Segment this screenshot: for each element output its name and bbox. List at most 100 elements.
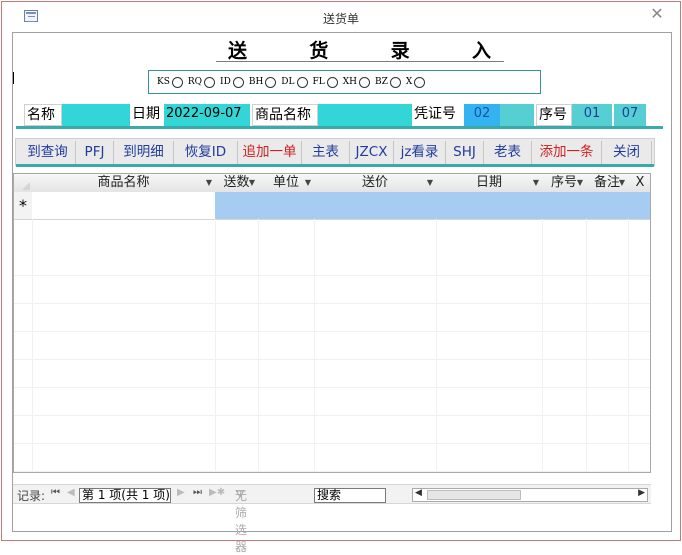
new-row-product-cell[interactable] — [32, 192, 216, 220]
option-bz[interactable]: BZ — [375, 76, 401, 88]
prev-record-icon[interactable]: ◀ — [67, 487, 75, 498]
column-header-x[interactable]: X — [628, 174, 650, 193]
jz-record-button[interactable]: jz看录 — [394, 141, 446, 164]
grid-line — [14, 247, 650, 276]
radio-icon[interactable] — [326, 76, 338, 88]
chevron-down-icon[interactable]: ▼ — [427, 174, 433, 192]
grid-line — [14, 443, 650, 472]
grid-line — [14, 303, 650, 332]
option-xh[interactable]: XH — [343, 76, 370, 88]
grid-line — [14, 331, 650, 360]
new-row-date-cell[interactable] — [436, 192, 543, 220]
option-id[interactable]: ID — [220, 76, 244, 88]
option-x[interactable]: X — [406, 76, 426, 88]
record-navigation-bar: 记录: ⏮ ◀ 第 1 项(共 1 项) ▶ ⏭ ▶✱ ⛛ 无筛选器 搜索 ◀ … — [13, 484, 651, 554]
option-bh[interactable]: BH — [249, 76, 277, 88]
grid-line — [14, 415, 650, 444]
pfj-button[interactable]: PFJ — [76, 141, 114, 164]
column-header-note[interactable]: 备注 ▼ — [586, 174, 629, 193]
seq-label: 序号 — [536, 104, 572, 126]
last-record-icon[interactable]: ⏭ — [193, 487, 202, 498]
column-header-product[interactable]: 商品名称 ▼ — [32, 174, 216, 193]
radio-icon[interactable] — [232, 76, 244, 88]
close-icon[interactable]: ✕ — [648, 5, 666, 23]
search-input[interactable]: 搜索 — [314, 488, 386, 503]
column-header-qty[interactable]: 送数 ▼ — [215, 174, 259, 193]
new-row-price-cell[interactable] — [314, 192, 437, 220]
radio-icon[interactable] — [204, 76, 216, 88]
date-field[interactable]: 2022-09-07 — [164, 104, 250, 126]
new-row-seq-cell[interactable] — [542, 192, 587, 220]
new-row-note-cell[interactable] — [586, 192, 629, 220]
divider — [16, 164, 654, 167]
title-char-4: 入 — [471, 40, 492, 62]
datasheet: 商品名称 ▼ 送数 ▼ 单位 ▼ 送价 ▼ 日期 ▼ 序号 ▼ 备注 ▼ X * — [13, 173, 651, 473]
option-rq[interactable]: RQ — [188, 76, 216, 88]
chevron-down-icon[interactable]: ▼ — [619, 174, 625, 192]
new-row-qty-cell[interactable] — [215, 192, 259, 220]
first-record-icon[interactable]: ⏮ — [51, 487, 60, 498]
seq-field-1[interactable]: 01 — [572, 104, 612, 126]
shj-button[interactable]: SHJ — [446, 141, 484, 164]
close-button[interactable]: 关闭 — [602, 141, 652, 164]
grid-line — [14, 387, 650, 416]
main-table-button[interactable]: 主表 — [302, 141, 350, 164]
column-header-price[interactable]: 送价 ▼ — [314, 174, 437, 193]
option-ks[interactable]: KS — [157, 76, 183, 88]
radio-icon[interactable] — [265, 76, 277, 88]
form-title: 送 货 录 入 — [216, 36, 504, 62]
column-header-date[interactable]: 日期 ▼ — [436, 174, 543, 193]
title-char-1: 送 — [228, 40, 249, 62]
current-record-field[interactable]: 第 1 项(共 1 项) — [79, 488, 171, 503]
name-field[interactable] — [62, 104, 130, 126]
horizontal-scrollbar[interactable]: ◀ ▶ — [412, 488, 648, 502]
window-title: 送货单 — [322, 12, 359, 26]
radio-icon[interactable] — [171, 76, 183, 88]
name-label: 名称 — [24, 104, 62, 126]
to-query-button[interactable]: 到查询 — [20, 141, 76, 164]
next-record-icon[interactable]: ▶ — [177, 487, 185, 498]
to-detail-button[interactable]: 到明细 — [114, 141, 174, 164]
option-dl[interactable]: DL — [281, 76, 308, 88]
column-header-seq[interactable]: 序号 ▼ — [542, 174, 587, 193]
title-char-3: 录 — [390, 40, 411, 62]
grid-line — [14, 359, 650, 388]
scroll-right-icon[interactable]: ▶ — [638, 488, 645, 498]
add-one-button[interactable]: 添加一条 — [532, 141, 602, 164]
text-cursor — [13, 72, 14, 84]
append-order-button[interactable]: 追加一单 — [238, 141, 302, 164]
option-fl[interactable]: FL — [313, 76, 338, 88]
scrollbar-thumb[interactable] — [427, 490, 521, 500]
radio-icon[interactable] — [389, 76, 401, 88]
radio-icon[interactable] — [359, 76, 370, 88]
column-header-unit[interactable]: 单位 ▼ — [258, 174, 315, 193]
chevron-down-icon[interactable]: ▼ — [249, 174, 255, 192]
date-label: 日期 — [130, 104, 164, 126]
seq-field-2[interactable]: 07 — [614, 104, 646, 126]
restore-id-button[interactable]: 恢复ID — [174, 141, 238, 164]
select-all-corner[interactable] — [14, 174, 33, 193]
chevron-down-icon[interactable]: ▼ — [533, 174, 539, 192]
record-label: 记录: — [17, 489, 46, 503]
grid-line — [14, 275, 650, 304]
divider — [16, 126, 663, 129]
new-row-x-cell[interactable] — [628, 192, 650, 220]
old-table-button[interactable]: 老表 — [484, 141, 532, 164]
new-row-unit-cell[interactable] — [258, 192, 315, 220]
voucher-field[interactable]: 02 — [464, 104, 500, 126]
chevron-down-icon[interactable]: ▼ — [305, 174, 311, 192]
product-name-field[interactable] — [318, 104, 412, 126]
sort-option-group: KS RQ ID BH DL FL XH BZ X — [148, 70, 541, 94]
radio-icon[interactable] — [296, 76, 308, 88]
voucher-label: 凭证号 — [412, 104, 462, 126]
title-char-2: 货 — [309, 40, 330, 62]
new-record-marker[interactable]: * — [14, 192, 33, 220]
chevron-down-icon[interactable]: ▼ — [206, 174, 212, 192]
chevron-down-icon[interactable]: ▼ — [577, 174, 583, 192]
jzcx-button[interactable]: JZCX — [350, 141, 394, 164]
radio-icon[interactable] — [414, 76, 426, 88]
voucher-extra-field[interactable] — [500, 104, 534, 126]
new-record-icon[interactable]: ▶✱ — [209, 487, 225, 498]
scroll-left-icon[interactable]: ◀ — [415, 488, 422, 498]
product-name-label: 商品名称 — [252, 104, 318, 126]
